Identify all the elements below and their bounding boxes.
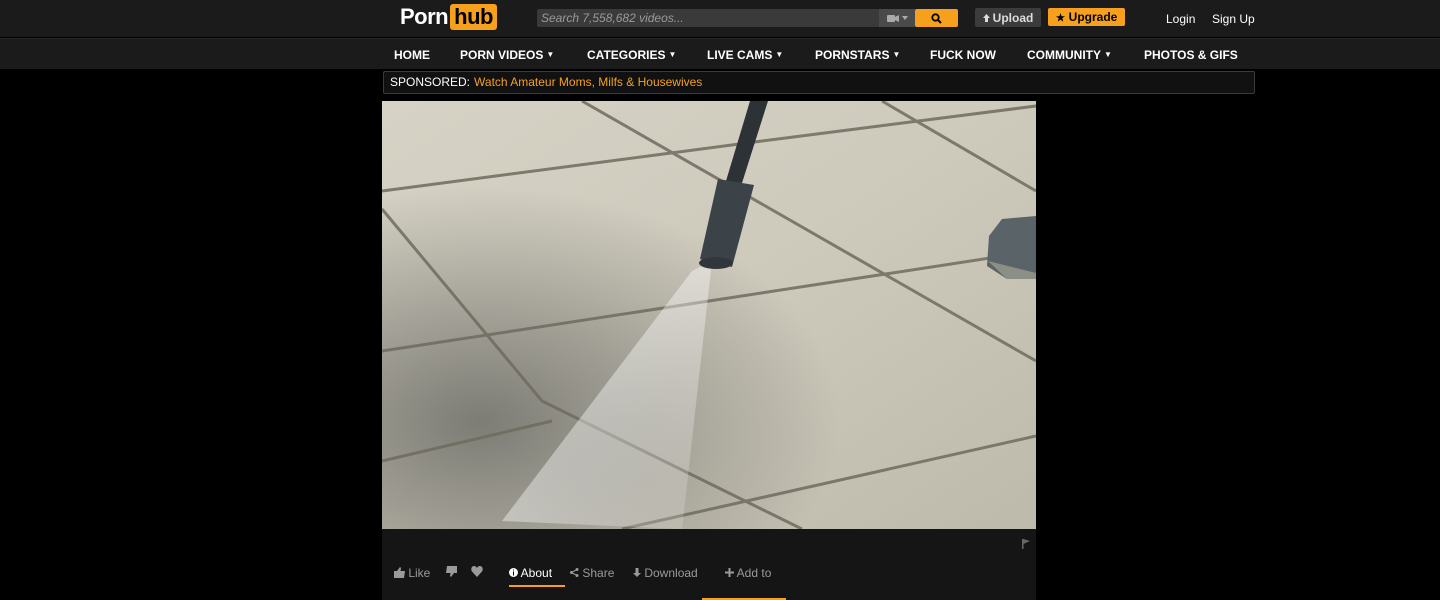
info-icon — [509, 568, 518, 577]
chevron-down-icon — [901, 16, 908, 20]
nav-label: COMMUNITY — [1027, 48, 1101, 62]
signup-link[interactable]: Sign Up — [1212, 12, 1255, 26]
site-logo[interactable]: Porn hub — [400, 3, 497, 31]
download-label: Download — [644, 566, 698, 580]
about-label: About — [520, 566, 553, 580]
search-input[interactable] — [537, 9, 879, 27]
tab-share[interactable]: Share — [570, 566, 614, 580]
plus-icon — [725, 568, 734, 577]
sponsored-label: SPONSORED: — [390, 75, 471, 89]
upload-button[interactable]: Upload — [975, 8, 1041, 27]
caret-down-icon: ▼ — [668, 50, 677, 59]
nav-label: PHOTOS & GIFS — [1144, 48, 1238, 62]
nav-label: HOME — [394, 48, 430, 62]
search-icon — [931, 12, 942, 24]
logo-text-left: Porn — [400, 4, 449, 29]
nav-label: FUCK NOW — [930, 48, 996, 62]
tab-add-to[interactable]: Add to — [725, 566, 771, 580]
nav-item-fuck-now[interactable]: FUCK NOW — [930, 48, 996, 62]
logo-text-right: hub — [450, 4, 497, 30]
nav-item-photos-gifs[interactable]: PHOTOS & GIFS — [1144, 48, 1238, 62]
active-tab-indicator — [509, 585, 565, 587]
heart-icon[interactable] — [471, 566, 483, 577]
caret-down-icon: ▼ — [1104, 50, 1112, 59]
nav-item-pornstars[interactable]: PORNSTARS ▼ — [815, 48, 900, 62]
nav-label: PORNSTARS — [815, 48, 890, 62]
nav-label: LIVE CAMS — [707, 48, 773, 62]
like-button[interactable]: Like — [394, 566, 430, 580]
share-icon — [570, 568, 579, 577]
search-type-dropdown[interactable] — [879, 9, 915, 27]
main-nav: HOME PORN VIDEOS ▼ CATEGORIES ▼ LIVE CAMS ▼… — [0, 38, 1440, 69]
nav-item-community[interactable]: COMMUNITY ▼ — [1027, 48, 1112, 62]
nav-item-home[interactable]: HOME — [394, 48, 430, 62]
nav-item-porn-videos[interactable]: PORN VIDEOS ▼ — [460, 48, 554, 62]
flag-icon[interactable] — [1022, 539, 1030, 549]
tab-download[interactable]: Download — [633, 566, 698, 580]
download-icon — [633, 568, 641, 577]
upload-label: Upload — [992, 10, 1034, 25]
upgrade-label: Upgrade — [1068, 10, 1118, 24]
video-actions-bar: Like About Share Download Add to — [382, 529, 1036, 600]
video-player[interactable] — [382, 101, 1036, 529]
nav-item-live-cams[interactable]: LIVE CAMS ▼ — [707, 48, 783, 62]
tab-about[interactable]: About — [509, 566, 552, 580]
caret-down-icon: ▼ — [546, 50, 555, 59]
top-header: Porn hub Upload Upgrade Login Sign Up — [0, 0, 1440, 37]
nav-label: CATEGORIES — [587, 48, 666, 62]
upgrade-button[interactable]: Upgrade — [1048, 8, 1125, 26]
star-icon — [1055, 12, 1065, 22]
share-label: Share — [582, 566, 615, 580]
nav-item-categories[interactable]: CATEGORIES ▼ — [587, 48, 676, 62]
add-to-label: Add to — [736, 566, 772, 580]
like-label: Like — [408, 566, 431, 580]
caret-down-icon: ▼ — [775, 50, 784, 59]
video-camera-icon — [886, 14, 899, 23]
search-button[interactable] — [915, 9, 958, 27]
thumbs-up-icon — [394, 567, 405, 578]
caret-down-icon: ▼ — [892, 50, 901, 59]
sponsored-banner: SPONSORED: Watch Amateur Moms, Milfs & Ho… — [383, 71, 1255, 94]
upload-arrow-icon — [982, 13, 990, 22]
login-link[interactable]: Login — [1166, 12, 1195, 26]
search-bar — [537, 9, 915, 27]
video-frame-image — [382, 101, 1036, 529]
nav-label: PORN VIDEOS — [460, 48, 544, 62]
thumbs-down-icon[interactable] — [446, 566, 457, 577]
sponsored-link[interactable]: Watch Amateur Moms, Milfs & Housewives — [474, 75, 702, 89]
